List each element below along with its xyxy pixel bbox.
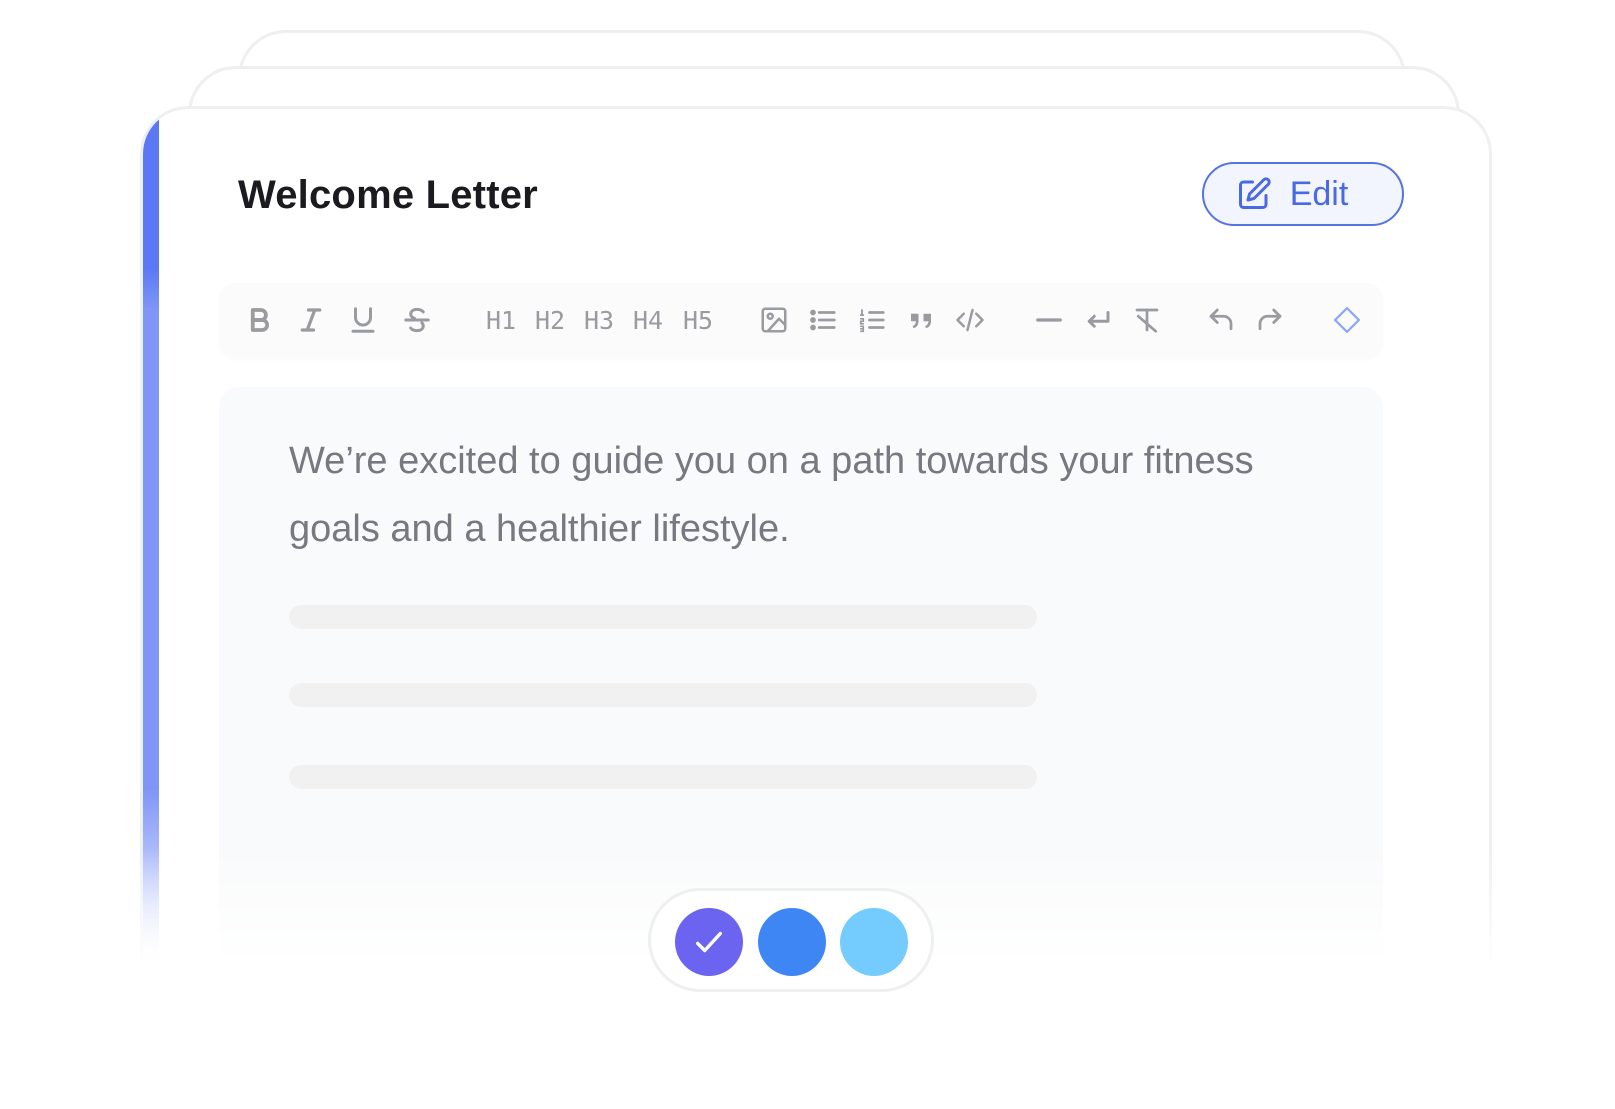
color-picker bbox=[648, 888, 934, 992]
card-accent-bar bbox=[143, 109, 159, 1109]
strikethrough-icon bbox=[404, 307, 430, 333]
heading-5-button[interactable]: H5 bbox=[674, 283, 722, 357]
bullet-list-icon bbox=[810, 309, 836, 331]
blockquote-button[interactable] bbox=[899, 283, 943, 357]
heading-2-button[interactable]: H2 bbox=[526, 283, 574, 357]
clear-format-icon bbox=[1135, 308, 1159, 333]
heading-4-button[interactable]: H4 bbox=[624, 283, 672, 357]
edit-button-label: Edit bbox=[1289, 174, 1349, 213]
bold-button[interactable] bbox=[237, 283, 281, 357]
swatch-purple[interactable] bbox=[675, 908, 743, 976]
underline-button[interactable] bbox=[341, 283, 385, 357]
editor-text: We’re excited to guide you on a path tow… bbox=[289, 440, 1254, 550]
line-break-button[interactable] bbox=[1076, 283, 1120, 357]
underline-icon bbox=[351, 307, 375, 333]
undo-icon bbox=[1209, 308, 1233, 331]
placeholder-line bbox=[289, 765, 1037, 789]
image-button[interactable] bbox=[752, 283, 796, 357]
horizontal-rule-button[interactable] bbox=[1027, 283, 1071, 357]
bullet-list-button[interactable] bbox=[801, 283, 845, 357]
edit-icon bbox=[1238, 177, 1271, 209]
clear-format-button[interactable] bbox=[1125, 283, 1169, 357]
horizontal-rule-icon bbox=[1036, 318, 1062, 322]
italic-button[interactable] bbox=[289, 283, 333, 357]
redo-button[interactable] bbox=[1248, 283, 1292, 357]
heading-1-button[interactable]: H1 bbox=[477, 283, 525, 357]
image-icon bbox=[761, 307, 787, 333]
more-options-button[interactable] bbox=[1325, 283, 1369, 357]
formatting-toolbar: H1 H2 H3 H4 H5 bbox=[219, 283, 1383, 357]
heading-3-button[interactable]: H3 bbox=[575, 283, 623, 357]
numbered-list-button[interactable] bbox=[850, 283, 894, 357]
editor-area[interactable]: We’re excited to guide you on a path tow… bbox=[219, 387, 1383, 1109]
bold-icon bbox=[250, 308, 269, 332]
code-icon bbox=[956, 308, 984, 332]
placeholder-line bbox=[289, 605, 1037, 629]
swatch-blue[interactable] bbox=[758, 908, 826, 976]
quote-icon bbox=[911, 313, 931, 329]
redo-icon bbox=[1258, 308, 1282, 331]
card-title: Welcome Letter bbox=[238, 173, 538, 217]
undo-button[interactable] bbox=[1199, 283, 1243, 357]
strikethrough-button[interactable] bbox=[395, 283, 439, 357]
numbered-list-icon bbox=[859, 309, 885, 333]
check-icon bbox=[695, 931, 723, 953]
swatch-light-blue[interactable] bbox=[840, 908, 908, 976]
placeholder-line bbox=[289, 683, 1037, 707]
line-break-icon bbox=[1087, 311, 1110, 328]
code-button[interactable] bbox=[948, 283, 992, 357]
edit-button[interactable]: Edit bbox=[1202, 162, 1404, 226]
italic-icon bbox=[300, 308, 322, 332]
diamond-icon bbox=[1334, 307, 1360, 333]
